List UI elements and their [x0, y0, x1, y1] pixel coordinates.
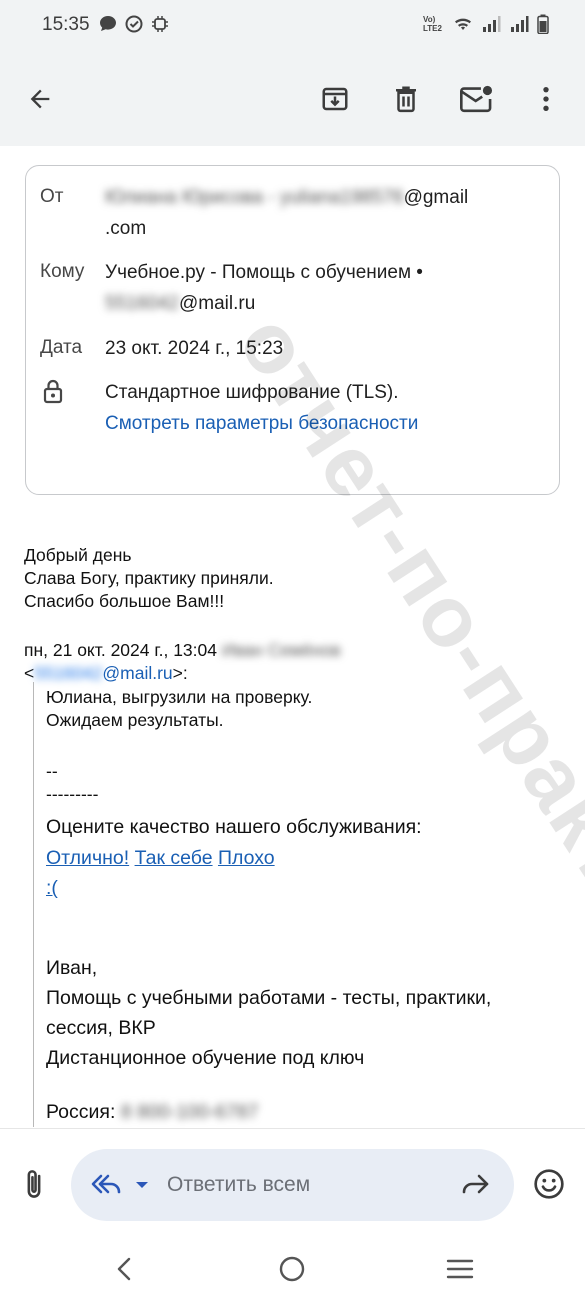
status-time: 15:35: [42, 14, 90, 35]
back-button[interactable]: [18, 77, 62, 121]
forward-icon: [462, 1174, 489, 1194]
mark-unread-button[interactable]: [455, 77, 499, 121]
signal-sim1-icon: [483, 16, 501, 32]
more-vert-icon: [543, 86, 549, 112]
nav-home-button[interactable]: [272, 1252, 312, 1286]
rate-excellent-link[interactable]: Отлично!: [46, 847, 129, 869]
quote-header: пн, 21 окт. 2024 г., 13:04 Иван Семёнов …: [24, 640, 341, 683]
rating-links: Отлично! Так себе Плохо: [46, 843, 275, 873]
sender-name: Юлиана Юрисова: [105, 187, 264, 208]
from-value: Юлиана Юрисова - yuliana198576@gmail .co…: [105, 187, 469, 239]
date-value: 23 окт. 2024 г., 15:23: [105, 338, 284, 359]
phone-number[interactable]: 8 800-100-6787: [121, 1101, 259, 1123]
rate-bad-link[interactable]: Плохо: [218, 847, 275, 869]
paperclip-icon: [27, 1170, 41, 1198]
archive-icon: [322, 87, 348, 111]
check-circle-icon: [125, 15, 143, 33]
nav-home-icon: [279, 1256, 305, 1282]
quoted-message: Юлиана, выгрузили на проверку. Ожидаем р…: [33, 682, 573, 1127]
wifi-icon: [455, 18, 471, 30]
attach-button[interactable]: [18, 1167, 50, 1208]
system-nav-bar: [0, 1238, 585, 1300]
chat-notification-icon: [100, 16, 116, 31]
nav-back-button[interactable]: [104, 1252, 144, 1286]
encryption-text: Стандартное шифрование (TLS).: [105, 382, 399, 403]
status-bar: 15:35 Vo) LTE2: [0, 0, 585, 52]
signature-phone: Россия: 8 800-100-6787: [46, 1097, 259, 1127]
nav-recents-icon: [446, 1259, 474, 1279]
quote-sender-email-domain[interactable]: @mail.ru: [102, 663, 172, 683]
quote-sender-email-user[interactable]: 5516042: [34, 663, 102, 683]
signature-dashes: --: [46, 761, 58, 781]
body-line: Слава Богу, практику приняли.: [24, 568, 274, 588]
quote-date: пн, 21 окт. 2024 г., 13:04: [24, 640, 217, 660]
date-label: Дата: [40, 337, 83, 358]
rate-prompt: Оцените качество нашего обслуживания:: [46, 816, 422, 838]
reply-bar: Ответить всем: [0, 1128, 585, 1238]
volte-label: Vo) LTE2: [423, 15, 442, 33]
from-label: От: [40, 186, 64, 207]
signature-dashes: ---------: [46, 784, 99, 804]
message-details-card: От Юлиана Юрисова - yuliana198576@gmail …: [25, 165, 560, 495]
delete-button[interactable]: [384, 77, 428, 121]
sender-email-domain: @gmail: [403, 187, 469, 208]
reply-all-icon: [91, 1174, 121, 1194]
nav-recents-button[interactable]: [440, 1252, 480, 1286]
signal-sim2-icon: [511, 16, 529, 32]
body-line: Спасибо большое Вам!!!: [24, 591, 225, 611]
rate-sad-link[interactable]: :(: [46, 877, 58, 899]
message-body: Добрый день Слава Богу, практику приняли…: [24, 544, 274, 613]
recipient-email-user: 5516042: [105, 293, 179, 314]
emoji-button[interactable]: [533, 1168, 565, 1205]
country-label: Россия:: [46, 1101, 116, 1123]
mark-unread-icon: [460, 85, 493, 113]
sender-email-user: yuliana198576: [279, 187, 404, 208]
signature-line: Помощь с учебными работами - тесты, прак…: [46, 987, 492, 1009]
rating-links-cont: :(: [46, 873, 58, 903]
nav-back-icon: [117, 1257, 131, 1281]
lock-icon: [43, 379, 63, 404]
signature-name: Иван,: [46, 957, 98, 979]
chip-settings-icon: [152, 16, 168, 32]
security-settings-link[interactable]: Смотреть параметры безопасности: [105, 413, 418, 435]
recipient-email-domain: @mail.ru: [178, 293, 256, 314]
emoji-icon: [534, 1169, 564, 1199]
delete-icon: [396, 86, 416, 113]
to-label: Кому: [40, 261, 85, 282]
signature-line: сессия, ВКР: [46, 1017, 156, 1039]
archive-button[interactable]: [313, 77, 357, 121]
more-options-button[interactable]: [524, 77, 568, 121]
battery-icon: [537, 14, 549, 34]
top-app-bar: [0, 52, 585, 146]
reply-placeholder[interactable]: Ответить всем: [167, 1173, 310, 1197]
reply-all-type-button[interactable]: [91, 1171, 123, 1202]
quote-line: Ожидаем результаты.: [46, 710, 224, 730]
reply-input-pill[interactable]: Ответить всем: [71, 1149, 514, 1221]
signature-line: Дистанционное обучение под ключ: [46, 1047, 365, 1069]
back-arrow-icon: [30, 89, 50, 109]
body-line: Добрый день: [24, 545, 132, 565]
sender-email-tld: .com: [105, 218, 147, 239]
to-value: Учебное.ру - Помощь с обучением • 551604…: [105, 257, 545, 319]
quote-line: Юлиана, выгрузили на проверку.: [46, 687, 313, 707]
forward-button[interactable]: [460, 1171, 490, 1202]
recipient-name: Учебное.ру - Помощь с обучением •: [105, 262, 423, 283]
rate-so-so-link[interactable]: Так себе: [135, 847, 213, 869]
chevron-down-icon[interactable]: [134, 1180, 150, 1190]
quote-sender-name: Иван Семёнов: [221, 640, 341, 660]
